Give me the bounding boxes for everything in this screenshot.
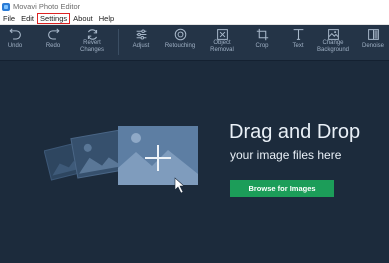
drag-drop-illustration-icon bbox=[44, 126, 198, 194]
redo-button[interactable]: Redo bbox=[40, 25, 66, 60]
retouching-label: Retouching bbox=[164, 43, 196, 49]
denoise-button[interactable]: Denoise bbox=[359, 25, 389, 60]
drag-drop-headline: Drag and Drop bbox=[229, 121, 361, 143]
crop-button[interactable]: Crop bbox=[249, 25, 275, 60]
crop-label: Crop bbox=[255, 43, 269, 49]
change-label-line2: Background bbox=[316, 46, 350, 53]
text-icon bbox=[293, 29, 303, 40]
revert-label-line2: Changes bbox=[79, 46, 105, 53]
menu-settings[interactable]: Settings bbox=[37, 13, 71, 24]
crop-icon bbox=[256, 28, 268, 41]
redo-icon bbox=[47, 28, 60, 40]
menu-file[interactable]: File bbox=[0, 13, 18, 24]
drag-drop-subline: your image files here bbox=[230, 148, 342, 162]
undo-icon bbox=[8, 28, 21, 40]
revert-changes-button[interactable]: Revert Changes bbox=[76, 25, 108, 60]
menu-bar: File Edit Settings About Help bbox=[0, 13, 389, 25]
adjust-button[interactable]: Adjust bbox=[128, 25, 154, 60]
retouching-icon bbox=[174, 28, 186, 41]
object-removal-button[interactable]: Object Removal bbox=[205, 25, 239, 60]
menu-help[interactable]: Help bbox=[96, 13, 117, 24]
retouching-button[interactable]: Retouching bbox=[162, 25, 198, 60]
sliders-icon bbox=[136, 29, 146, 40]
undo-button[interactable]: Undo bbox=[2, 25, 28, 60]
denoise-icon bbox=[368, 29, 379, 40]
undo-label: Undo bbox=[7, 43, 23, 49]
redo-label: Redo bbox=[45, 43, 61, 49]
change-background-button[interactable]: Change Background bbox=[313, 25, 353, 60]
adjust-label: Adjust bbox=[132, 43, 150, 49]
window-title: Movavi Photo Editor bbox=[13, 2, 81, 11]
object-label-line2: Removal bbox=[210, 46, 234, 53]
toolbar: Undo Redo Revert Changes Adjust Retouchi… bbox=[0, 25, 389, 61]
menu-about[interactable]: About bbox=[70, 13, 96, 24]
text-button[interactable]: Text bbox=[285, 25, 311, 60]
menu-edit[interactable]: Edit bbox=[18, 13, 37, 24]
text-label: Text bbox=[292, 43, 304, 49]
denoise-label: Denoise bbox=[362, 43, 385, 49]
browse-images-button[interactable]: Browse for Images bbox=[230, 180, 334, 197]
toolbar-divider bbox=[118, 29, 119, 55]
app-logo-icon bbox=[2, 2, 10, 11]
title-bar: Movavi Photo Editor bbox=[0, 0, 389, 13]
